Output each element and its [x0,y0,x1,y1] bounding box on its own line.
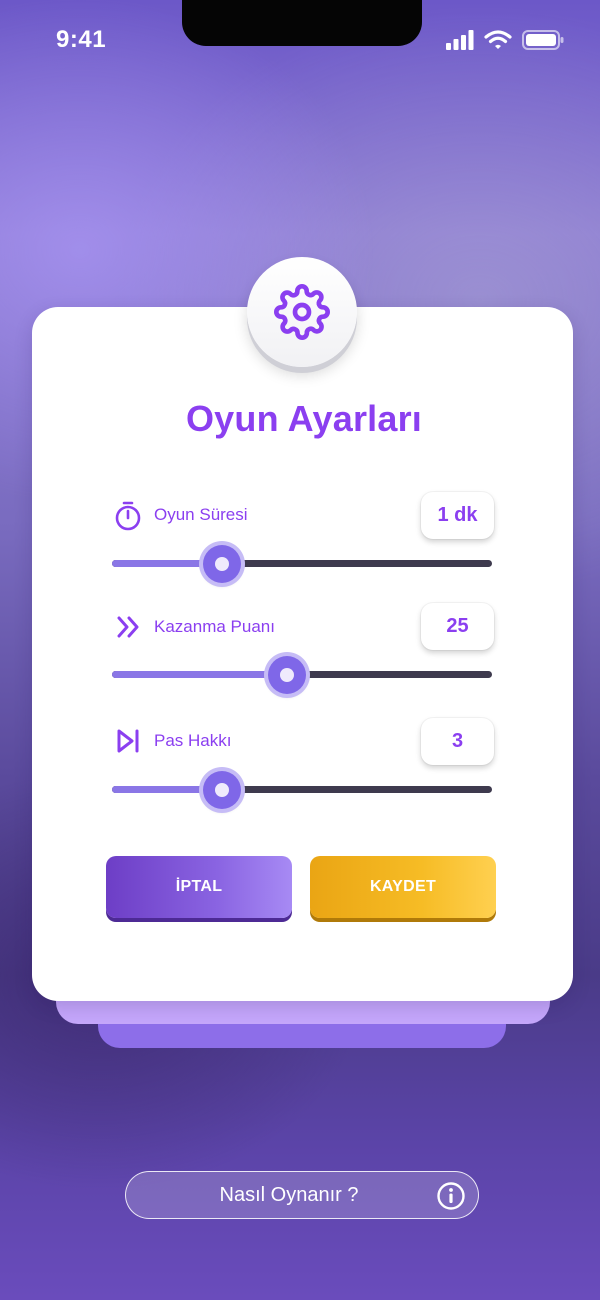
slider-pass-count[interactable] [112,771,492,809]
battery-icon [522,30,564,50]
setting-label-duration: Oyun Süresi [154,505,248,524]
skip-next-icon [112,725,144,757]
slider-thumb[interactable] [203,545,241,583]
status-bar: 9:41 [0,0,600,80]
slider-fill [112,671,287,678]
stopwatch-icon [112,500,144,532]
signal-icon [446,30,474,50]
setting-label-winning-score: Kazanma Puanı [154,617,275,636]
slider-thumb[interactable] [203,771,241,809]
value-pass-count[interactable]: 3 [421,718,494,765]
cancel-button[interactable]: İPTAL [106,856,292,918]
slider-thumb[interactable] [268,656,306,694]
status-icons [446,30,564,50]
value-duration[interactable]: 1 dk [421,492,494,539]
page-title: Oyun Ayarları [185,398,423,439]
save-button[interactable]: KAYDET [310,856,496,918]
how-to-play-label: Nasıl Oynanır ? [219,1183,359,1206]
info-icon[interactable] [436,1181,466,1211]
status-time: 9:41 [56,26,107,53]
settings-badge [247,257,357,367]
double-chevron-right-icon [112,611,144,643]
value-winning-score[interactable]: 25 [421,603,494,650]
wifi-icon [484,30,512,49]
setting-label-pass-count: Pas Hakkı [154,731,232,750]
device-notch [182,0,422,46]
slider-duration[interactable] [112,545,492,583]
slider-winning-score[interactable] [112,656,492,694]
how-to-play-button[interactable]: Nasıl Oynanır ? [125,1171,479,1219]
gear-icon [274,284,330,340]
